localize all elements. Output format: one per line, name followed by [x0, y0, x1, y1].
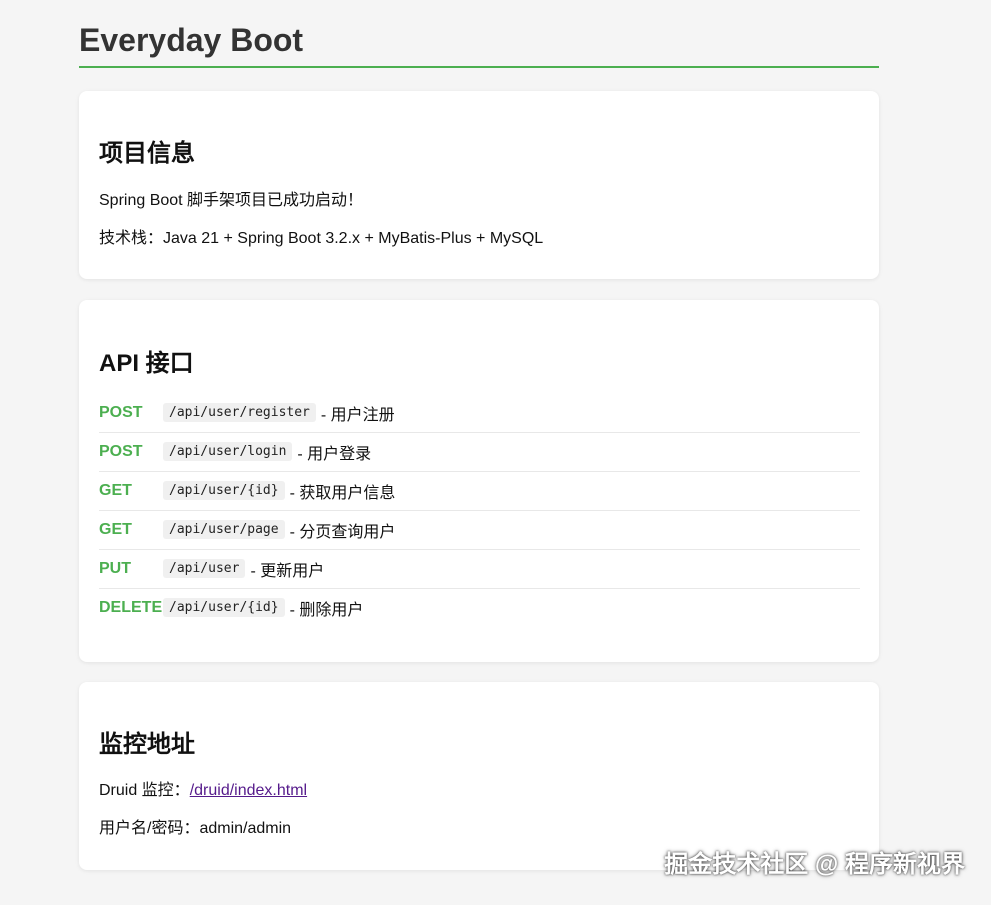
page-title: Everyday Boot — [79, 0, 879, 68]
monitor-heading: 监控地址 — [99, 731, 195, 758]
druid-label: Druid 监控： — [99, 782, 190, 799]
api-row: DELETE /api/user/{id} - 删除用户 — [99, 588, 860, 627]
api-description: - 分页查询用户 — [289, 523, 396, 541]
http-method: GET — [99, 481, 132, 499]
api-row: POST /api/user/register - 用户注册 — [99, 393, 860, 433]
api-description: - 获取用户信息 — [289, 484, 396, 502]
api-description: - 用户登录 — [297, 445, 372, 463]
project-info-heading: 项目信息 — [99, 140, 195, 167]
monitor-card: 监控地址 Druid 监控：/druid/index.html 用户名/密码：a… — [79, 682, 879, 870]
watermark: 掘金技术社区 @ 程序新视界 — [664, 851, 965, 878]
api-path: /api/user/login — [163, 442, 293, 461]
druid-link[interactable]: /druid/index.html — [190, 782, 307, 799]
api-description: - 删除用户 — [289, 601, 364, 619]
credentials-text: 用户名/密码：admin/admin — [99, 820, 292, 837]
page-container: Everyday Boot 项目信息 Spring Boot 脚手架项目已成功启… — [79, 0, 879, 870]
api-path: /api/user — [163, 559, 246, 578]
api-row: GET /api/user/{id} - 获取用户信息 — [99, 471, 860, 511]
api-row: POST /api/user/login - 用户登录 — [99, 432, 860, 472]
api-heading: API 接口 — [99, 350, 194, 377]
api-description: - 更新用户 — [250, 562, 325, 580]
api-path: /api/user/{id} — [163, 598, 285, 617]
tech-stack-text: 技术栈：Java 21 + Spring Boot 3.2.x + MyBati… — [99, 230, 544, 247]
api-row: GET /api/user/page - 分页查询用户 — [99, 510, 860, 550]
api-card: API 接口 POST /api/user/register - 用户注册 PO… — [79, 300, 879, 662]
api-path: /api/user/register — [163, 403, 316, 422]
api-path: /api/user/{id} — [163, 481, 285, 500]
http-method: POST — [99, 442, 143, 460]
http-method: PUT — [99, 559, 131, 577]
project-info-card: 项目信息 Spring Boot 脚手架项目已成功启动！ 技术栈：Java 21… — [79, 91, 879, 279]
druid-line: Druid 监控：/druid/index.html — [99, 776, 307, 800]
api-description: - 用户注册 — [320, 406, 395, 424]
startup-message: Spring Boot 脚手架项目已成功启动！ — [99, 192, 364, 209]
http-method: DELETE — [99, 598, 163, 616]
api-row: PUT /api/user - 更新用户 — [99, 549, 860, 589]
http-method: GET — [99, 520, 132, 538]
http-method: POST — [99, 403, 143, 421]
api-path: /api/user/page — [163, 520, 285, 539]
